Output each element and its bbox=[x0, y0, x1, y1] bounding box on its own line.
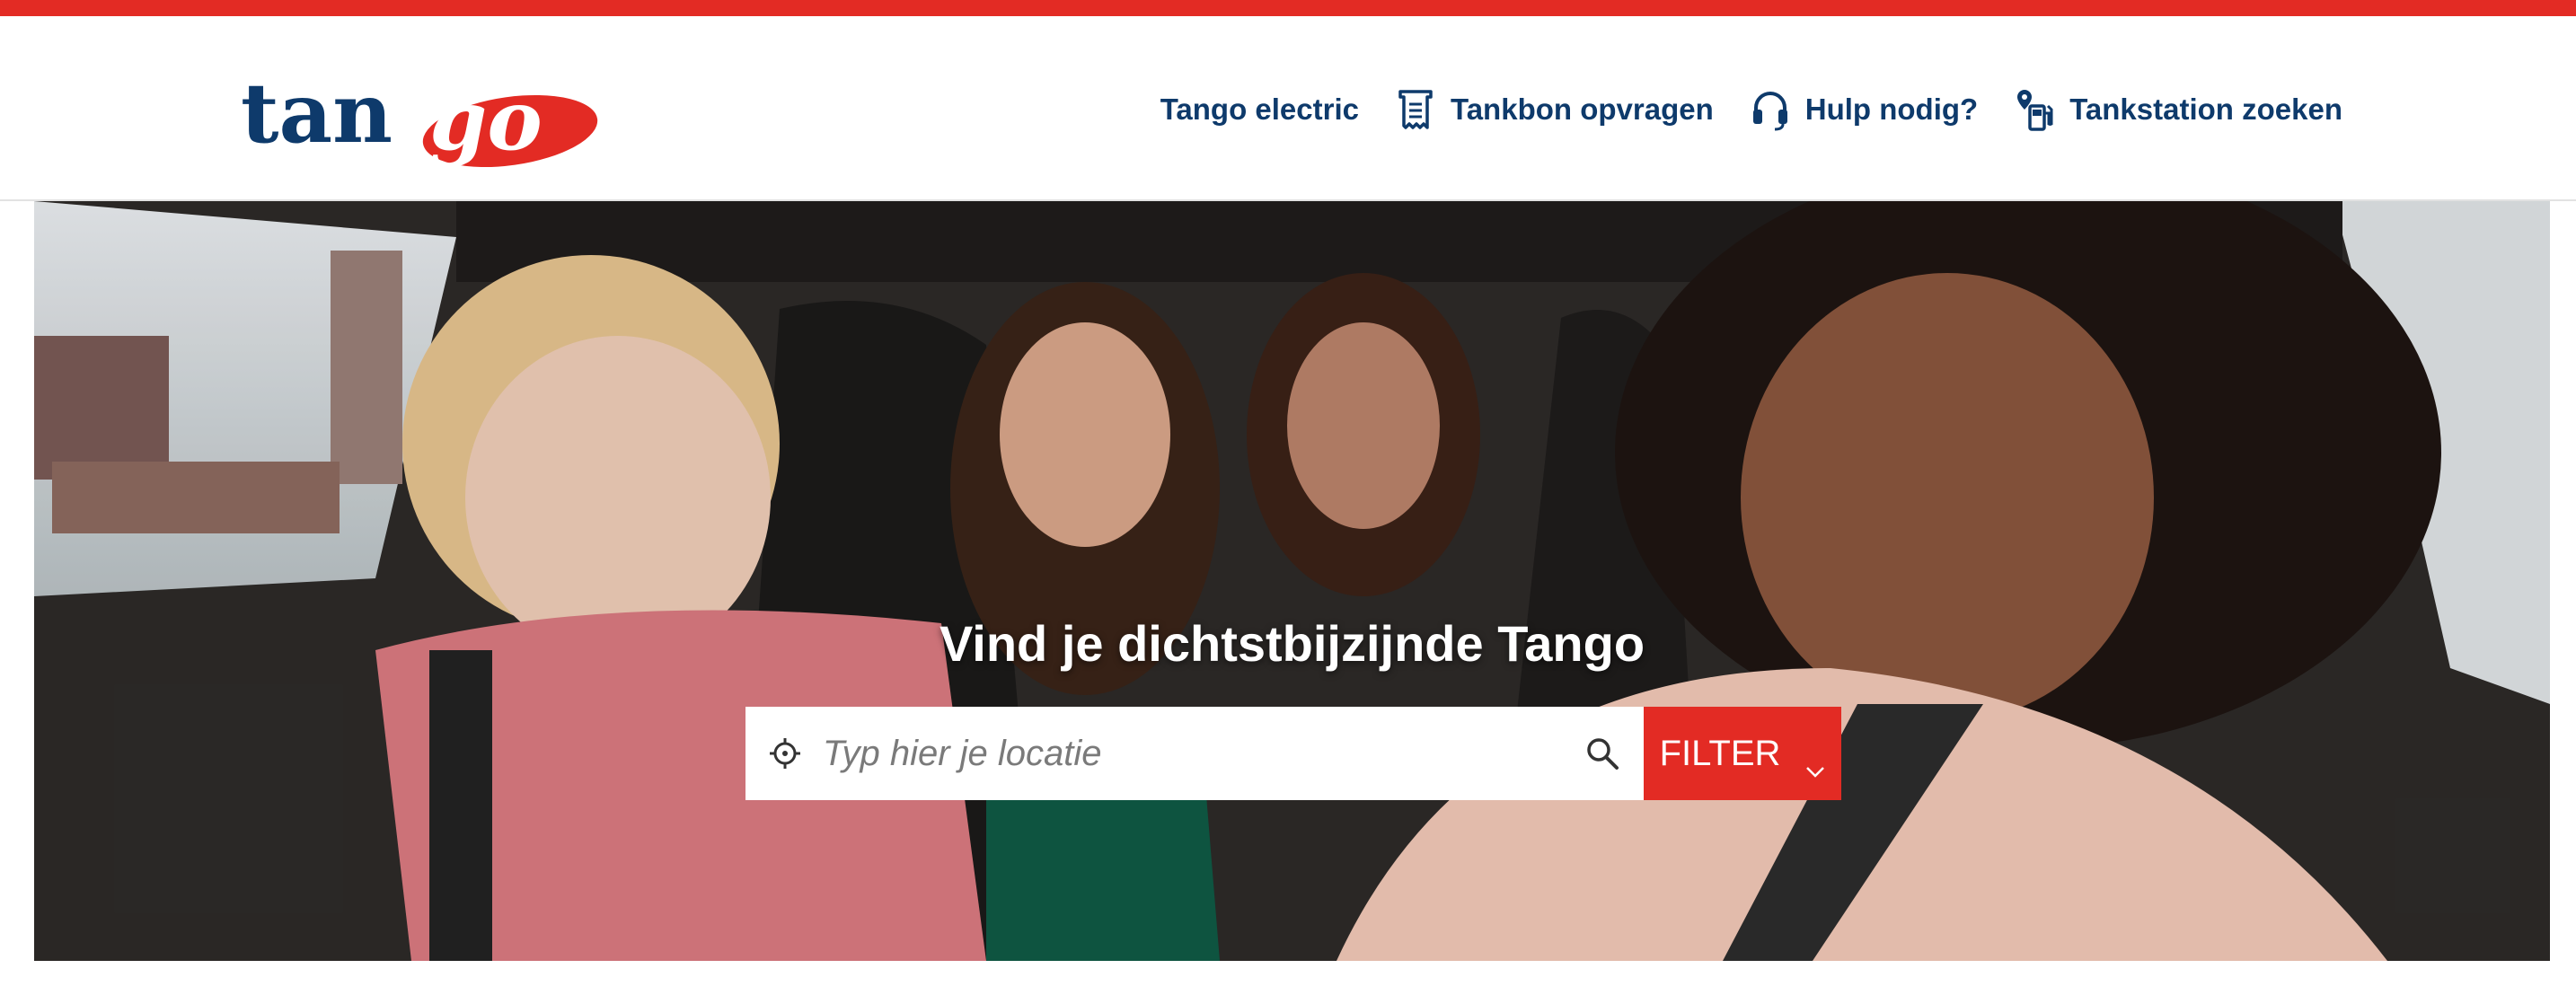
fuel-pump-icon bbox=[2016, 88, 2053, 131]
main-nav: Tango electric Tankbon opvragen Hulp nod… bbox=[1160, 83, 2342, 136]
nav-item-tankbon-opvragen[interactable]: Tankbon opvragen bbox=[1397, 88, 1714, 131]
location-search-input[interactable] bbox=[823, 707, 1584, 800]
location-search-box bbox=[745, 707, 1644, 800]
nav-item-label: Hulp nodig? bbox=[1804, 92, 1979, 126]
nav-item-tankstation-zoeken[interactable]: Tankstation zoeken bbox=[2016, 88, 2342, 131]
filter-label: FILTER bbox=[1659, 733, 1781, 773]
tango-logo[interactable]: tan go bbox=[241, 59, 600, 176]
headset-icon bbox=[1751, 88, 1789, 131]
hero-banner: Vind je dichtstbijzijnde Tango FILTER bbox=[34, 201, 2550, 961]
hero-photo bbox=[34, 201, 2550, 961]
nav-item-label: Tankstation zoeken bbox=[2069, 92, 2342, 126]
site-header: tan go Tango electric Tankbon opvragen H… bbox=[0, 16, 2576, 201]
nav-item-label: Tankbon opvragen bbox=[1451, 92, 1714, 126]
chevron-down-icon bbox=[1805, 747, 1825, 778]
top-accent-bar bbox=[0, 0, 2576, 16]
receipt-icon bbox=[1397, 88, 1434, 131]
nav-item-tango-electric[interactable]: Tango electric bbox=[1160, 92, 1359, 127]
nav-item-hulp-nodig[interactable]: Hulp nodig? bbox=[1751, 88, 1978, 131]
logo-text-go: go bbox=[429, 72, 543, 169]
crosshair-icon[interactable] bbox=[767, 735, 803, 771]
filter-button[interactable]: FILTER bbox=[1644, 707, 1841, 800]
nav-item-label: Tango electric bbox=[1160, 92, 1359, 126]
logo-text-tan: tan bbox=[241, 65, 393, 162]
search-icon[interactable] bbox=[1584, 735, 1620, 771]
hero-title: Vind je dichtstbijzijnde Tango bbox=[939, 615, 1645, 672]
